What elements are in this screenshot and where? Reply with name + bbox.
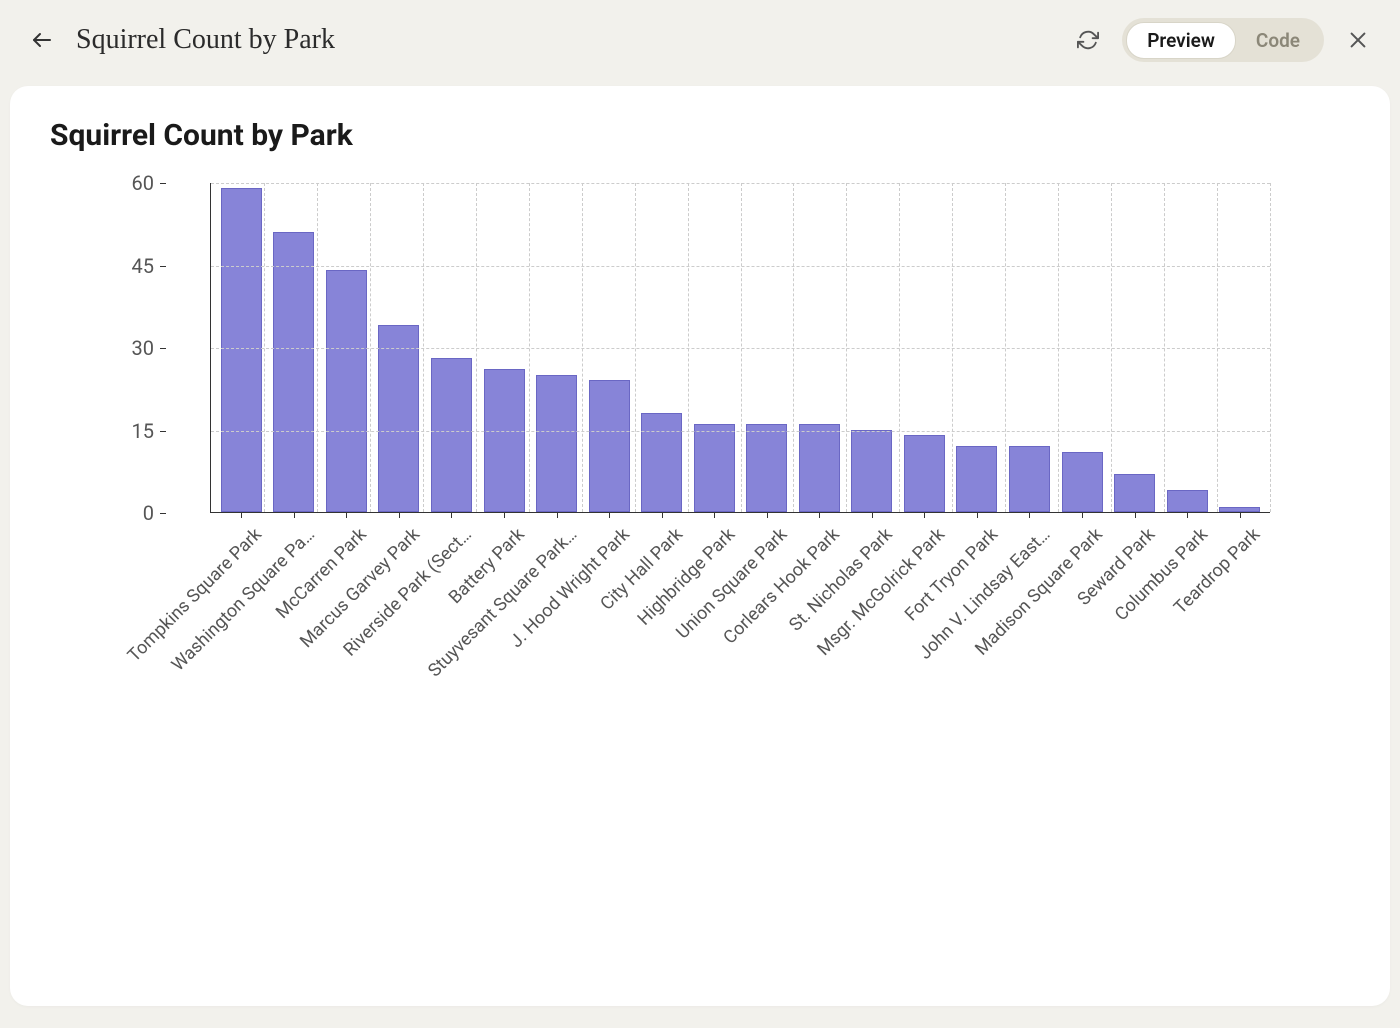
y-tick-mark	[160, 431, 166, 432]
grid-line	[1164, 183, 1165, 512]
y-tick-mark	[160, 513, 166, 514]
bar[interactable]	[904, 435, 945, 512]
plot-area: Tompkins Square ParkWashington Square Pa…	[210, 183, 1270, 513]
grid-line	[1111, 183, 1112, 512]
bar[interactable]	[799, 424, 840, 512]
page-title: Squirrel Count by Park	[76, 24, 1054, 56]
x-tick-mark	[504, 512, 505, 518]
refresh-button[interactable]	[1074, 26, 1102, 54]
bar[interactable]	[589, 380, 630, 512]
grid-line	[899, 183, 900, 512]
x-tick-label: Fort Tryon Park	[900, 524, 1001, 625]
x-tick-mark	[1240, 512, 1241, 518]
x-tick-mark	[872, 512, 873, 518]
grid-line	[582, 183, 583, 512]
tab-preview[interactable]: Preview	[1126, 22, 1236, 59]
back-button[interactable]	[28, 26, 56, 54]
x-tick-mark	[662, 512, 663, 518]
x-tick-mark	[1135, 512, 1136, 518]
grid-line	[370, 183, 371, 512]
bar[interactable]	[378, 325, 419, 512]
bar[interactable]	[536, 375, 577, 513]
grid-line	[952, 183, 953, 512]
bar[interactable]	[956, 446, 997, 512]
bar[interactable]	[1062, 452, 1103, 513]
bar[interactable]	[1167, 490, 1208, 512]
bar[interactable]	[851, 430, 892, 513]
grid-line	[635, 183, 636, 512]
bar[interactable]	[326, 270, 367, 512]
bar[interactable]	[1114, 474, 1155, 513]
y-tick-label: 45	[132, 254, 154, 278]
grid-line	[264, 183, 265, 512]
x-tick-mark	[767, 512, 768, 518]
chart: 015304560 Tompkins Square ParkWashington…	[210, 183, 1270, 513]
x-tick-mark	[346, 512, 347, 518]
grid-line	[1270, 183, 1271, 512]
arrow-left-icon	[30, 28, 54, 52]
x-tick-mark	[1029, 512, 1030, 518]
y-tick-label: 0	[143, 501, 154, 525]
grid-line	[1005, 183, 1006, 512]
close-icon	[1347, 29, 1369, 51]
bar[interactable]	[746, 424, 787, 512]
y-tick-mark	[160, 183, 166, 184]
grid-line	[1217, 183, 1218, 512]
close-button[interactable]	[1344, 26, 1372, 54]
view-toggle: Preview Code	[1122, 18, 1324, 62]
y-tick-mark	[160, 348, 166, 349]
x-tick-mark	[924, 512, 925, 518]
x-tick-mark	[609, 512, 610, 518]
x-tick-mark	[241, 512, 242, 518]
grid-line	[423, 183, 424, 512]
chart-title: Squirrel Count by Park	[50, 118, 1350, 153]
x-tick-label: McCarren Park	[272, 524, 371, 623]
grid-line	[688, 183, 689, 512]
header-controls: Preview Code	[1074, 18, 1372, 62]
bar[interactable]	[1009, 446, 1050, 512]
grid-line	[846, 183, 847, 512]
x-tick-mark	[714, 512, 715, 518]
y-tick-label: 15	[132, 419, 154, 443]
header-bar: Squirrel Count by Park Preview Code	[0, 0, 1400, 80]
bar[interactable]	[641, 413, 682, 512]
x-tick-mark	[451, 512, 452, 518]
x-tick-mark	[977, 512, 978, 518]
grid-line	[317, 183, 318, 512]
x-tick-mark	[819, 512, 820, 518]
bar[interactable]	[694, 424, 735, 512]
y-tick-label: 30	[132, 336, 154, 360]
grid-line	[529, 183, 530, 512]
y-tick-label: 60	[132, 171, 154, 195]
content-panel: Squirrel Count by Park 015304560 Tompkin…	[10, 86, 1390, 1006]
grid-line	[741, 183, 742, 512]
bar[interactable]	[431, 358, 472, 512]
x-tick-mark	[1082, 512, 1083, 518]
x-tick-mark	[1187, 512, 1188, 518]
bar[interactable]	[221, 188, 262, 513]
x-tick-mark	[399, 512, 400, 518]
grid-line	[1058, 183, 1059, 512]
x-tick-mark	[557, 512, 558, 518]
bar[interactable]	[484, 369, 525, 512]
grid-line	[476, 183, 477, 512]
grid-line	[793, 183, 794, 512]
refresh-icon	[1077, 29, 1099, 51]
bar[interactable]	[273, 232, 314, 513]
x-tick-mark	[294, 512, 295, 518]
tab-code[interactable]: Code	[1236, 23, 1320, 58]
y-tick-mark	[160, 266, 166, 267]
